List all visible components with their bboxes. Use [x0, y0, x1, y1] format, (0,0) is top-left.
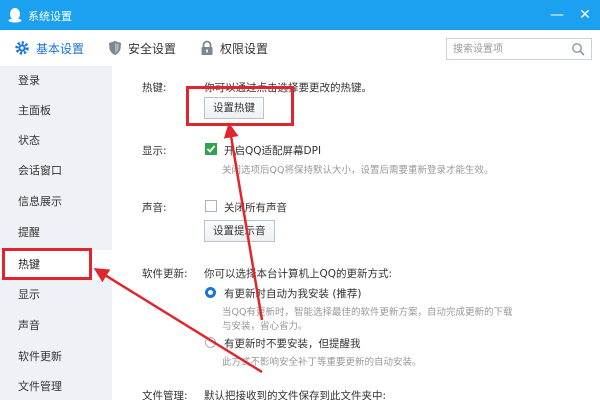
sidebar-item-sound[interactable]: 声音: [0, 311, 112, 341]
sidebar-item-file-management[interactable]: 文件管理: [0, 372, 112, 400]
checkmark-icon: [206, 145, 216, 153]
lock-icon: [201, 40, 213, 55]
dpi-hint: 关闭选项后QQ将保持默认大小，设置后需要重新登录才能生效。: [222, 165, 494, 176]
hotkey-description: 你可以通过点击选择要更改的热键。: [204, 82, 372, 94]
set-hotkey-button[interactable]: 设置热键: [204, 97, 264, 119]
files-description: 默认把接收到的文件保存到此文件夹中:: [204, 390, 387, 400]
sidebar: 登录 主面板 状态 会话窗口 信息展示 提醒 热键 显示 声音 软件更新 文件管…: [0, 66, 112, 400]
tab-label: 安全设置: [128, 41, 177, 56]
sidebar-item-main-panel[interactable]: 主面板: [0, 96, 112, 126]
sidebar-item-status[interactable]: 状态: [0, 126, 112, 156]
search-box[interactable]: [446, 38, 592, 60]
mute-all-checkbox[interactable]: [205, 200, 217, 212]
notify-only-label: 有更新时不要安装，但提醒我: [224, 338, 361, 350]
settings-tabs: 基本设置 安全设置 权限设置: [0, 30, 600, 66]
search-input[interactable]: [453, 39, 571, 59]
tab-security-settings[interactable]: 安全设置: [108, 38, 176, 58]
files-section-label: 文件管理:: [142, 390, 188, 400]
sidebar-item-info-display[interactable]: 信息展示: [0, 187, 112, 217]
sound-section-label: 声音:: [142, 202, 167, 214]
sidebar-item-reminder[interactable]: 提醒: [0, 218, 112, 248]
auto-install-label: 有更新时自动为我安装 (推荐): [224, 288, 362, 300]
window-title: 系统设置: [28, 10, 72, 23]
settings-content: 热键: 你可以通过点击选择要更改的热键。 设置热键 显示: 开启QQ适配屏幕DP…: [112, 66, 600, 400]
sidebar-item-display[interactable]: 显示: [0, 280, 112, 310]
shield-icon: [109, 41, 121, 55]
dpi-checkbox[interactable]: [205, 143, 217, 155]
auto-install-hint-line2: 与安装，省心省力。: [222, 321, 308, 332]
qq-penguin-icon: [8, 8, 22, 23]
search-icon[interactable]: [571, 42, 585, 56]
tab-permission-settings[interactable]: 权限设置: [200, 38, 268, 58]
dpi-checkbox-label: 开启QQ适配屏幕DPI: [224, 145, 322, 157]
update-description: 你可以选择本台计算机上QQ的更新方式:: [204, 268, 393, 280]
sidebar-item-software-update[interactable]: 软件更新: [0, 342, 112, 372]
auto-install-radio[interactable]: [205, 287, 216, 298]
minimize-button[interactable]: —: [548, 6, 566, 24]
tab-label: 基本设置: [36, 41, 85, 56]
gear-icon: [15, 41, 29, 55]
auto-install-hint-line1: 当QQ有更新时，智能选择最佳的软件更新方案，自动完成更新的下载: [222, 307, 513, 318]
tab-label: 权限设置: [220, 41, 269, 56]
notify-only-radio[interactable]: [205, 337, 216, 348]
set-notification-sound-button[interactable]: 设置提示音: [204, 220, 275, 242]
close-button[interactable]: ✕: [576, 6, 594, 24]
tab-basic-settings[interactable]: 基本设置: [14, 38, 84, 58]
hotkey-section-label: 热键:: [142, 82, 167, 94]
sidebar-item-chat-window[interactable]: 会话窗口: [0, 156, 112, 186]
mute-all-label: 关闭所有声音: [224, 202, 287, 214]
display-section-label: 显示:: [142, 145, 167, 157]
update-section-label: 软件更新:: [142, 268, 188, 280]
title-bar: 系统设置 — ✕: [0, 0, 600, 30]
notify-only-hint: 此方式不影响安全补丁等重要更新的自动安装。: [222, 357, 422, 368]
sidebar-item-hotkey[interactable]: 热键: [0, 250, 112, 280]
sidebar-item-login[interactable]: 登录: [0, 66, 112, 96]
